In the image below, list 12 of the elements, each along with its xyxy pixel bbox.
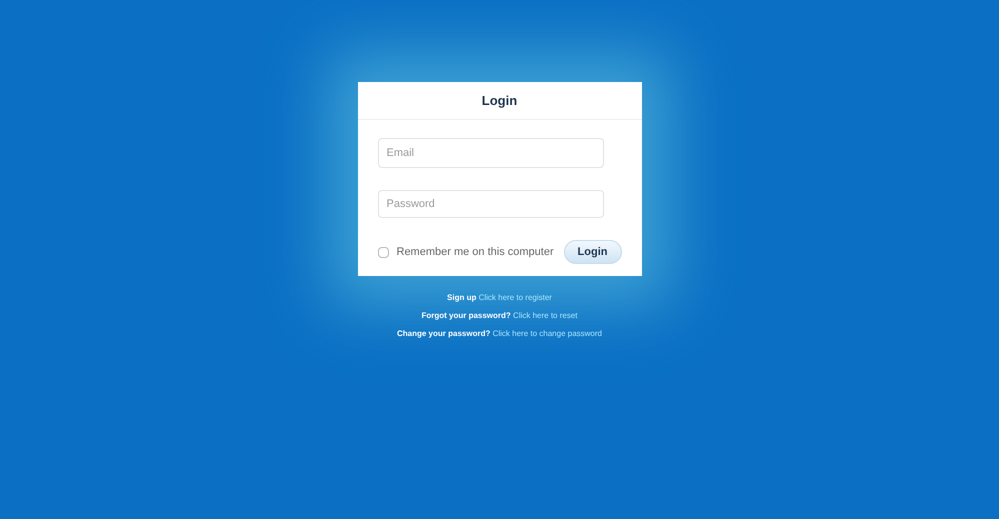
remember-label: Remember me on this computer — [396, 244, 554, 260]
help-link[interactable]: Click here to register — [478, 293, 552, 302]
email-field[interactable]: Email — [378, 138, 604, 168]
password-field[interactable]: Password — [378, 190, 604, 218]
remember-checkbox[interactable] — [378, 246, 388, 258]
dialog-title: Login — [482, 92, 518, 110]
help-text: Forgot your password? Click here to reset — [421, 310, 578, 322]
login-button[interactable]: Login — [564, 240, 622, 264]
help-text: Change your password? Click here to change password — [397, 328, 602, 340]
help-text: Sign up Click here to register — [447, 292, 552, 304]
help-link[interactable]: Click here to change password — [492, 329, 602, 338]
help-link[interactable]: Click here to reset — [513, 311, 578, 320]
